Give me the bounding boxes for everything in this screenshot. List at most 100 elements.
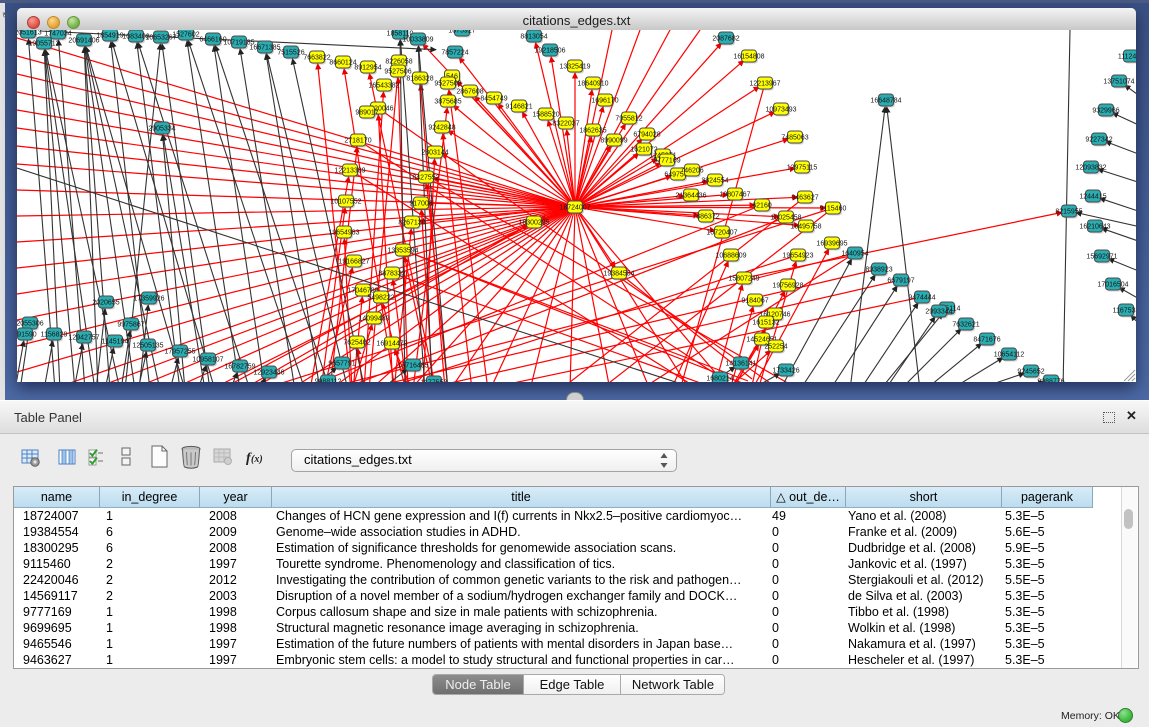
svg-text:1696170: 1696170 (591, 97, 618, 104)
svg-text:10107552: 10107552 (330, 198, 361, 205)
svg-text:16210643: 16210643 (1079, 223, 1110, 230)
svg-text:1733426: 1733426 (772, 367, 799, 374)
svg-text:14099489: 14099489 (358, 315, 389, 322)
svg-text:9657791: 9657791 (328, 360, 355, 367)
svg-text:1112487: 1112487 (1118, 53, 1136, 60)
svg-text:62160: 62160 (752, 202, 772, 209)
svg-text:1862635: 1862635 (579, 127, 606, 134)
svg-text:1156829: 1156829 (41, 331, 68, 338)
svg-text:8322037: 8322037 (552, 120, 579, 127)
svg-text:17016504: 17016504 (1097, 281, 1128, 288)
svg-text:9988776: 9988776 (1037, 378, 1064, 382)
svg-text:19218506: 19218506 (534, 47, 565, 54)
svg-text:1177553: 1177553 (421, 379, 448, 382)
svg-text:2905334: 2905334 (148, 125, 175, 132)
svg-text:6794028: 6794028 (633, 131, 660, 138)
svg-text:8912954: 8912954 (354, 64, 381, 71)
svg-text:8226058: 8226058 (385, 58, 412, 65)
svg-text:10654112: 10654112 (994, 351, 1025, 358)
svg-text:917006: 917006 (409, 200, 432, 207)
svg-text:16782759: 16782759 (224, 363, 255, 370)
svg-text:12923446: 12923446 (253, 369, 284, 376)
svg-text:8454749: 8454749 (480, 95, 507, 102)
svg-text:9242848: 9242848 (428, 124, 455, 131)
svg-text:10958107: 10958107 (192, 356, 223, 363)
svg-text:8427552: 8427552 (412, 174, 439, 181)
svg-text:1588520: 1588520 (532, 111, 559, 118)
svg-text:1527602: 1527602 (172, 31, 199, 38)
svg-text:12213967: 12213967 (749, 80, 780, 87)
svg-text:18300295: 18300295 (518, 219, 549, 226)
svg-text:10025458: 10025458 (770, 214, 801, 221)
svg-text:18640910: 18640910 (577, 80, 608, 87)
svg-text:1747034: 1747034 (44, 30, 71, 37)
svg-text:10973493: 10973493 (765, 106, 796, 113)
svg-text:989017: 989017 (355, 109, 378, 116)
svg-text:1244415: 1244415 (1079, 193, 1106, 200)
svg-text:2803144: 2803144 (421, 149, 448, 156)
svg-text:19654983: 19654983 (328, 229, 359, 236)
svg-text:12942757: 12942757 (68, 334, 99, 341)
svg-text:9184067: 9184067 (741, 297, 768, 304)
svg-text:9115460: 9115460 (820, 205, 847, 212)
svg-text:8471676: 8471676 (973, 336, 1000, 343)
svg-text:10688609: 10688609 (715, 252, 746, 259)
svg-text:1854919: 1854919 (96, 32, 123, 39)
svg-text:20691406: 20691406 (68, 37, 99, 44)
svg-text:17359926: 17359926 (133, 295, 164, 302)
svg-text:1615132: 1615132 (752, 319, 779, 326)
svg-text:1640954: 1640954 (841, 250, 868, 257)
svg-text:2087682: 2087682 (712, 35, 739, 42)
svg-text:16154808: 16154808 (733, 53, 764, 60)
svg-text:1680214: 1680214 (706, 375, 733, 382)
svg-text:3824554: 3824554 (701, 177, 728, 184)
svg-text:12213389: 12213389 (334, 167, 365, 174)
svg-text:3875685: 3875685 (434, 98, 461, 105)
svg-text:7625402: 7625402 (343, 339, 370, 346)
svg-text:16671385: 16671385 (249, 44, 280, 51)
svg-text:13751074: 13751074 (1103, 78, 1134, 85)
svg-text:9463627: 9463627 (791, 194, 818, 201)
svg-text:7515526: 7515526 (277, 49, 304, 56)
svg-text:12093832: 12093832 (1075, 164, 1106, 171)
svg-text:12975115: 12975115 (787, 164, 818, 171)
svg-text:17957255: 17957255 (164, 348, 195, 355)
svg-text:2055306: 2055306 (17, 320, 44, 327)
svg-text:2993344: 2993344 (925, 308, 952, 315)
svg-text:2020655: 2020655 (92, 299, 119, 306)
svg-text:7955812: 7955812 (615, 115, 642, 122)
svg-text:19166827: 19166827 (338, 258, 369, 265)
svg-text:9329966: 9329966 (1092, 107, 1119, 114)
svg-text:19654923: 19654923 (782, 252, 813, 259)
svg-text:(x): (x) (251, 454, 263, 465)
svg-text:2867608: 2867608 (456, 88, 483, 95)
svg-text:5498222: 5498222 (367, 294, 394, 301)
svg-text:8990099: 8990099 (600, 137, 627, 144)
svg-text:1145194: 1145194 (102, 338, 129, 345)
svg-text:1167533: 1167533 (1113, 307, 1136, 314)
svg-text:7485063: 7485063 (781, 134, 808, 141)
svg-text:2051613: 2051613 (17, 30, 42, 36)
svg-text:21364436: 21364436 (675, 192, 706, 199)
svg-text:9227342: 9227342 (1085, 136, 1112, 143)
svg-text:16495758: 16495758 (790, 223, 821, 230)
svg-text:10033809: 10033809 (402, 36, 433, 43)
svg-text:9988112: 9988112 (315, 378, 342, 382)
svg-text:19055713: 19055713 (28, 40, 59, 47)
svg-text:252254: 252254 (764, 343, 787, 350)
svg-text:8186328: 8186328 (406, 75, 433, 82)
svg-text:16939695: 16939695 (816, 240, 847, 247)
svg-text:9146821: 9146821 (505, 103, 532, 110)
svg-text:8660124: 8660124 (329, 59, 356, 66)
svg-text:8813054: 8813054 (520, 33, 547, 40)
svg-text:16648784: 16648784 (870, 97, 901, 104)
svg-text:8215955: 8215955 (1055, 208, 1082, 215)
svg-text:13353594: 13353594 (387, 247, 418, 254)
svg-text:9527508: 9527508 (434, 80, 461, 87)
svg-text:15716485: 15716485 (397, 362, 428, 369)
svg-text:18724007: 18724007 (559, 204, 590, 211)
svg-text:2718170: 2718170 (344, 137, 371, 144)
svg-text:7857224: 7857224 (441, 49, 468, 56)
svg-text:12505135: 12505135 (132, 342, 163, 349)
svg-text:9245652: 9245652 (1017, 368, 1044, 375)
